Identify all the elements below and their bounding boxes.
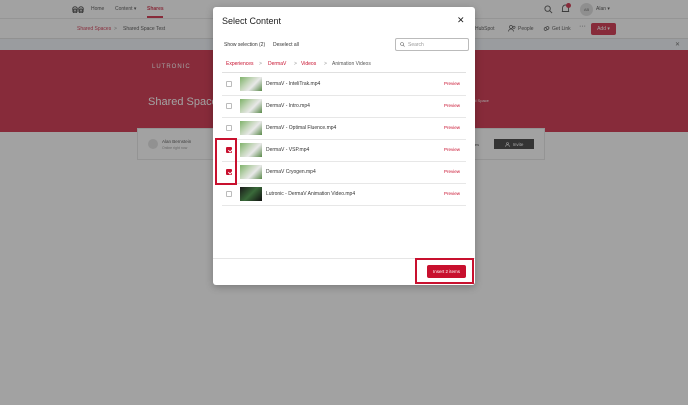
search-input[interactable]	[408, 41, 468, 48]
item-name: DermaV - VSP.mp4	[266, 147, 310, 153]
list-item[interactable]: DermaV - InteliTrak.mp4 Preview	[222, 74, 466, 96]
close-icon[interactable]: ✕	[457, 15, 465, 26]
breadcrumb-current: Animation Videos	[332, 61, 371, 67]
breadcrumb-separator: >	[324, 61, 327, 67]
video-thumbnail	[240, 143, 262, 157]
preview-link[interactable]: Preview	[444, 191, 460, 196]
item-name: DermaV - InteliTrak.mp4	[266, 81, 321, 87]
item-name: DermaV - Intro.mp4	[266, 103, 310, 109]
video-thumbnail	[240, 99, 262, 113]
item-checkbox[interactable]	[226, 103, 232, 109]
list-item[interactable]: DermaV - VSP.mp4 Preview	[222, 140, 466, 162]
item-checkbox[interactable]	[226, 125, 232, 131]
item-checkbox[interactable]	[226, 191, 232, 197]
item-checkbox[interactable]	[226, 81, 232, 87]
highlight-checked-items	[215, 138, 237, 185]
breadcrumb-separator: >	[259, 61, 262, 67]
item-name: Lutronic - DermaV Animation Video.mp4	[266, 191, 356, 197]
search-field[interactable]	[395, 38, 469, 51]
preview-link[interactable]: Preview	[444, 125, 460, 130]
select-content-dialog: Select Content ✕ Show selection (2) Dese…	[213, 7, 475, 285]
list-item[interactable]: DermaV - Optimal Fluence.mp4 Preview	[222, 118, 466, 140]
divider	[222, 72, 466, 73]
list-item[interactable]: DermaV - Intro.mp4 Preview	[222, 96, 466, 118]
breadcrumb-separator: >	[294, 61, 297, 67]
preview-link[interactable]: Preview	[444, 81, 460, 86]
video-thumbnail	[240, 121, 262, 135]
highlight-insert-button	[415, 258, 474, 284]
video-thumbnail	[240, 165, 262, 179]
list-item[interactable]: Lutronic - DermaV Animation Video.mp4 Pr…	[222, 184, 466, 206]
preview-link[interactable]: Preview	[444, 103, 460, 108]
dialog-title: Select Content	[222, 16, 282, 26]
deselect-all-button[interactable]: Deselect all	[273, 42, 299, 48]
item-name: DermaV Cryogen.mp4	[266, 169, 316, 175]
breadcrumb-experiences[interactable]: Experiences	[226, 61, 254, 67]
breadcrumb-videos[interactable]: Videos	[301, 61, 316, 67]
video-thumbnail	[240, 187, 262, 201]
preview-link[interactable]: Preview	[444, 169, 460, 174]
show-selection-button[interactable]: Show selection (2)	[224, 42, 265, 48]
list-item[interactable]: DermaV Cryogen.mp4 Preview	[222, 162, 466, 184]
breadcrumb-dermav[interactable]: DermaV	[268, 61, 286, 67]
preview-link[interactable]: Preview	[444, 147, 460, 152]
search-icon	[400, 42, 405, 47]
video-thumbnail	[240, 77, 262, 91]
item-name: DermaV - Optimal Fluence.mp4	[266, 125, 337, 131]
